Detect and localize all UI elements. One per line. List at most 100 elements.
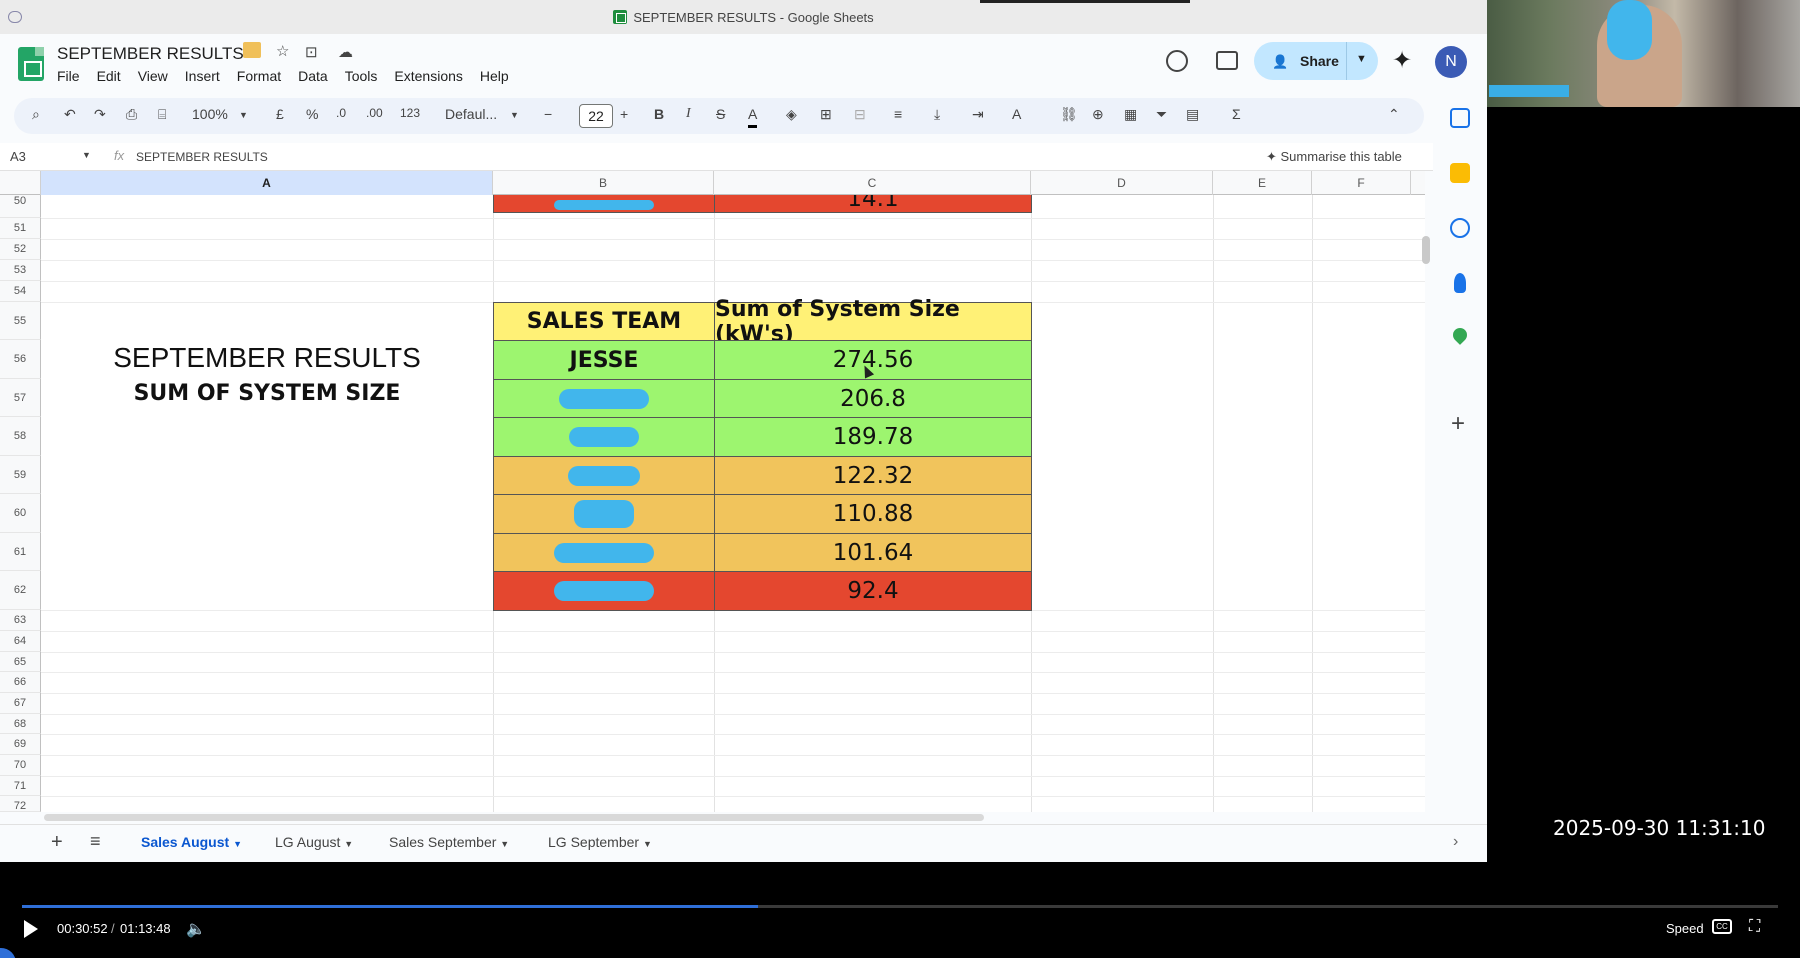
sheets-logo[interactable] xyxy=(18,47,44,81)
table-name-cell[interactable] xyxy=(493,494,715,534)
menu-tools[interactable]: Tools xyxy=(345,68,378,84)
table-value-cell[interactable]: 206.8 xyxy=(714,379,1032,418)
more-formats-button[interactable]: 123 xyxy=(400,106,420,120)
column-header-b[interactable]: B xyxy=(493,171,714,195)
font-size-input[interactable]: 22 xyxy=(579,104,613,128)
move-folder-icon[interactable]: ⊡ xyxy=(305,43,318,61)
italic-icon[interactable]: I xyxy=(686,106,691,122)
horizontal-scrollbar[interactable] xyxy=(44,814,984,821)
bold-icon[interactable]: B xyxy=(654,106,664,122)
text-rotation-icon[interactable]: A xyxy=(1012,106,1021,122)
tab-sales-august[interactable]: Sales August ▼ xyxy=(141,834,242,856)
row-header[interactable]: 55 xyxy=(0,302,41,340)
tab-caret-icon[interactable]: ▼ xyxy=(344,839,353,849)
font-select[interactable]: Defaul... xyxy=(445,106,497,122)
borders-icon[interactable]: ⊞ xyxy=(820,106,832,123)
row-header[interactable]: 61 xyxy=(0,533,41,571)
insert-chart-icon[interactable]: ▦ xyxy=(1124,106,1137,123)
tab-caret-icon[interactable]: ▼ xyxy=(643,839,652,849)
table-name-cell[interactable] xyxy=(493,456,715,495)
zoom-caret-icon[interactable]: ▼ xyxy=(239,110,248,120)
column-header-f[interactable]: F xyxy=(1312,171,1411,195)
table-name-cell[interactable] xyxy=(493,417,715,457)
table-name-cell[interactable]: JESSE xyxy=(493,340,715,380)
maps-icon[interactable] xyxy=(1450,325,1470,345)
percent-format-button[interactable]: % xyxy=(306,106,318,122)
star-icon[interactable]: ☆ xyxy=(276,42,289,60)
row-header[interactable]: 54 xyxy=(0,281,41,302)
share-caret-icon[interactable]: ▼ xyxy=(1356,53,1367,65)
font-size-decrease-icon[interactable]: − xyxy=(544,106,552,122)
print-icon[interactable]: ⎙ xyxy=(126,106,137,123)
sheet-subtitle-text[interactable]: SUM OF SYSTEM SIZE xyxy=(41,381,493,406)
chevron-right-icon[interactable]: › xyxy=(1453,833,1458,851)
insert-comment-icon[interactable]: ⊕ xyxy=(1092,106,1104,123)
row-header[interactable]: 71 xyxy=(0,776,41,796)
table-value-cell[interactable]: 122.32 xyxy=(714,456,1032,495)
redo-icon[interactable]: ↷ xyxy=(94,106,106,123)
spreadsheet-grid[interactable]: 50 51 52 53 54 55 56 57 58 59 60 61 62 6… xyxy=(0,195,1425,812)
row-header[interactable]: 66 xyxy=(0,672,41,693)
table-value-cell[interactable]: 101.64 xyxy=(714,533,1032,572)
table-name-cell[interactable] xyxy=(493,533,715,572)
calendar-icon[interactable] xyxy=(1450,108,1470,128)
text-color-icon[interactable]: A xyxy=(748,106,758,128)
volume-icon[interactable]: 🔈 xyxy=(186,919,206,939)
row-header[interactable]: 56 xyxy=(0,340,41,379)
row-header[interactable]: 65 xyxy=(0,652,41,672)
video-progress-fill[interactable] xyxy=(22,905,758,908)
paint-format-icon[interactable]: ⌸ xyxy=(158,106,166,123)
increase-decimal-button[interactable]: .00 xyxy=(366,106,383,120)
row-header[interactable]: 57 xyxy=(0,379,41,417)
menu-edit[interactable]: Edit xyxy=(97,68,121,84)
row-header[interactable]: 64 xyxy=(0,631,41,652)
undo-icon[interactable]: ↶ xyxy=(64,106,76,123)
menu-file[interactable]: File xyxy=(57,68,80,84)
row-header[interactable]: 51 xyxy=(0,218,41,239)
column-header-d[interactable]: D xyxy=(1031,171,1213,195)
table-header-sales-team[interactable]: SALES TEAM xyxy=(493,302,715,341)
column-header-e[interactable]: E xyxy=(1213,171,1312,195)
table-name-cell[interactable] xyxy=(493,571,715,611)
merge-cells-icon[interactable]: ⊟ xyxy=(854,106,866,123)
filter-views-icon[interactable]: ▤ xyxy=(1186,106,1199,123)
functions-icon[interactable]: Σ xyxy=(1232,106,1241,122)
table-value-cell[interactable]: 189.78 xyxy=(714,417,1032,457)
speed-button[interactable]: Speed xyxy=(1666,921,1704,936)
row-header[interactable]: 63 xyxy=(0,610,41,631)
summarise-table-button[interactable]: ✦ Summarise this table xyxy=(1266,143,1402,171)
keep-icon[interactable] xyxy=(1450,163,1470,183)
row50-name-cell[interactable] xyxy=(493,195,715,213)
row-header[interactable]: 53 xyxy=(0,260,41,281)
all-sheets-icon[interactable]: ≡ xyxy=(90,831,101,852)
avatar[interactable]: N xyxy=(1435,46,1467,78)
tab-lg-september[interactable]: LG September ▼ xyxy=(548,834,652,856)
table-header-system-size[interactable]: Sum of System Size (kW's) xyxy=(714,297,1032,347)
table-value-cell[interactable]: 92.4 xyxy=(714,571,1032,611)
tab-sales-september[interactable]: Sales September ▼ xyxy=(389,834,509,856)
horizontal-align-icon[interactable]: ≡ xyxy=(894,106,902,122)
filter-icon[interactable]: ⏷ xyxy=(1156,106,1167,123)
contacts-icon[interactable] xyxy=(1454,273,1466,293)
name-box-caret-icon[interactable]: ▼ xyxy=(82,150,91,160)
vertical-scrollbar[interactable] xyxy=(1422,236,1430,264)
formula-input[interactable]: SEPTEMBER RESULTS xyxy=(136,150,268,164)
tab-caret-icon[interactable]: ▼ xyxy=(233,839,242,849)
collapse-menus-icon[interactable]: ⌃ xyxy=(1388,106,1400,123)
row-header[interactable]: 68 xyxy=(0,714,41,734)
font-caret-icon[interactable]: ▼ xyxy=(510,110,519,120)
sheet-title-text[interactable]: SEPTEMBER RESULTS xyxy=(41,342,493,374)
tab-lg-august[interactable]: LG August ▼ xyxy=(275,834,353,856)
column-header-c[interactable]: C xyxy=(714,171,1031,195)
history-icon[interactable] xyxy=(1166,50,1188,72)
share-button[interactable]: 👤 Share ▼ xyxy=(1254,42,1378,80)
row-header[interactable]: 62 xyxy=(0,571,41,610)
row-header[interactable]: 59 xyxy=(0,456,41,494)
insert-link-icon[interactable]: ⛓ xyxy=(1060,106,1078,123)
row-header[interactable]: 58 xyxy=(0,417,41,456)
font-size-increase-icon[interactable]: + xyxy=(620,106,628,122)
apps-script-icon[interactable] xyxy=(243,42,261,58)
fullscreen-icon[interactable]: ⛶ xyxy=(1749,918,1760,936)
row-header[interactable]: 72 xyxy=(0,796,41,812)
row-header[interactable]: 69 xyxy=(0,734,41,755)
